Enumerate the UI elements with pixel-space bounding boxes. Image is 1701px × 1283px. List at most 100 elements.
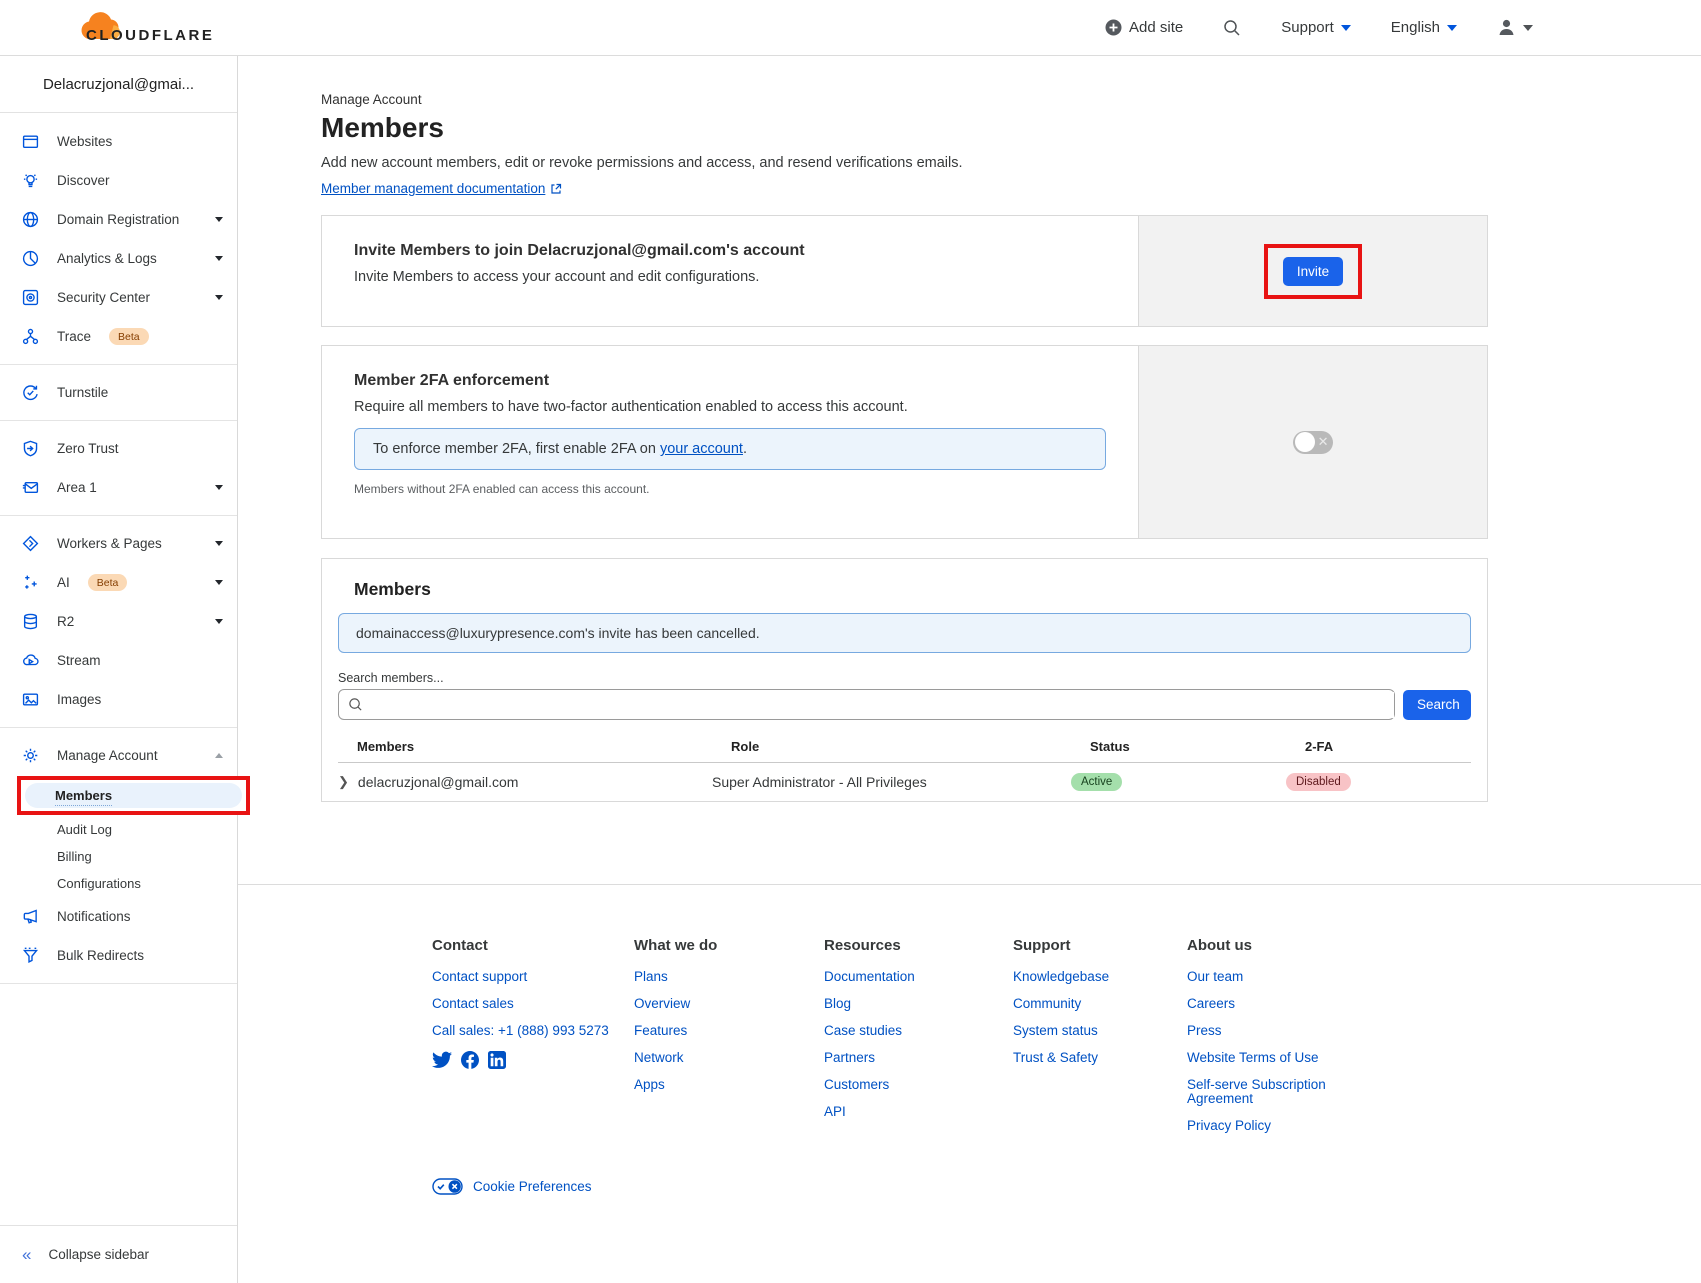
trace-network-icon [22,328,39,345]
2fa-note: Members without 2FA enabled can access t… [354,482,1106,496]
user-icon [1497,18,1516,37]
sidebar-item-stream[interactable]: Stream [0,641,237,680]
footer-link[interactable]: API [824,1105,1013,1119]
sidebar-item-domain-registration[interactable]: Domain Registration [0,200,237,239]
sidebar-item-notifications[interactable]: Notifications [0,897,237,936]
search-icon [1223,19,1241,37]
pie-chart-icon [22,250,39,267]
annotation-highlight-invite: Invite [1264,244,1362,299]
search-icon [348,697,363,712]
footer-link[interactable]: Trust & Safety [1013,1051,1187,1065]
language-menu[interactable]: English [1391,19,1457,36]
safe-icon [22,289,39,306]
gear-icon [22,747,39,764]
workers-icon [22,535,39,552]
footer-link[interactable]: Partners [824,1051,1013,1065]
2fa-toggle-off[interactable]: ✕ [1293,431,1333,454]
database-icon [22,613,39,630]
footer-link[interactable]: Community [1013,997,1187,1011]
sidebar-item-turnstile[interactable]: Turnstile [0,373,237,412]
footer-link[interactable]: Press [1187,1024,1327,1038]
footer-link[interactable]: Network [634,1051,824,1065]
footer-col-what-we-do: What we do Plans Overview Features Netwo… [634,937,824,1146]
footer-link[interactable]: Case studies [824,1024,1013,1038]
account-name[interactable]: Delacruzjonal@gmai... [0,56,237,113]
sidebar-item-discover[interactable]: Discover [0,161,237,200]
megaphone-icon [22,908,39,925]
footer-link[interactable]: Our team [1187,970,1327,984]
header-search-button[interactable] [1223,19,1241,37]
cookie-preferences-button[interactable]: Cookie Preferences [432,1178,1701,1235]
sidebar-item-area-1[interactable]: Area 1 [0,468,237,507]
2fa-info-box: To enforce member 2FA, first enable 2FA … [354,428,1106,470]
sidebar-item-analytics-logs[interactable]: Analytics & Logs [0,239,237,278]
invite-card-action-panel: Invite [1138,216,1487,326]
footer-link[interactable]: System status [1013,1024,1187,1038]
footer-link[interactable]: Call sales: +1 (888) 993 5273 [432,1024,634,1038]
sidebar-item-workers-pages[interactable]: Workers & Pages [0,524,237,563]
footer-col-support: Support Knowledgebase Community System s… [1013,937,1187,1146]
sidebar-item-bulk-redirects[interactable]: Bulk Redirects [0,936,237,975]
footer-col-resources: Resources Documentation Blog Case studie… [824,937,1013,1146]
sidebar-nav: Websites Discover Domain Registration An… [0,113,237,984]
facebook-icon[interactable] [461,1051,479,1069]
table-row[interactable]: ❯ delacruzjonal@gmail.com Super Administ… [338,763,1471,801]
footer-link[interactable]: Self-serve Subscription Agreement [1187,1078,1327,1106]
twitter-icon[interactable] [432,1051,452,1069]
sidebar-item-members-selected[interactable]: Members [25,783,242,808]
sidebar-item-billing[interactable]: Billing [0,843,237,870]
chevron-down-icon [215,619,223,624]
annotation-highlight-members: Members [17,776,250,815]
sidebar-item-audit-log[interactable]: Audit Log [0,816,237,843]
your-account-link[interactable]: your account [660,441,743,457]
search-members-input[interactable] [369,692,1394,718]
member-email: delacruzjonal@gmail.com [358,774,519,790]
member-docs-link[interactable]: Member management documentation [321,181,562,196]
sidebar-item-security-center[interactable]: Security Center [0,278,237,317]
toggle-x-icon: ✕ [1318,434,1329,450]
add-site-button[interactable]: Add site [1105,19,1183,36]
invite-members-card: Invite Members to join Delacruzjonal@gma… [321,215,1488,327]
sidebar-item-websites[interactable]: Websites [0,122,237,161]
collapse-sidebar-button[interactable]: « Collapse sidebar [0,1225,237,1283]
external-link-icon [550,183,562,195]
footer-link[interactable]: Privacy Policy [1187,1119,1327,1133]
sidebar-item-manage-account[interactable]: Manage Account [0,736,237,775]
sidebar-item-ai[interactable]: AI Beta [0,563,237,602]
double-chevron-left-icon: « [22,1245,28,1265]
linkedin-icon[interactable] [488,1051,506,1069]
footer-link[interactable]: Customers [824,1078,1013,1092]
sidebar-item-configurations[interactable]: Configurations [0,870,237,897]
sidebar-item-images[interactable]: Images [0,680,237,719]
expand-row-chevron-icon[interactable]: ❯ [338,774,349,790]
support-menu[interactable]: Support [1281,19,1351,36]
invite-card-title: Invite Members to join Delacruzjonal@gma… [354,242,1106,260]
footer-link[interactable]: Contact support [432,970,634,984]
footer-link[interactable]: Overview [634,997,824,1011]
footer-link[interactable]: Website Terms of Use [1187,1051,1327,1065]
footer-link[interactable]: Knowledgebase [1013,970,1187,984]
sidebar-item-r2[interactable]: R2 [0,602,237,641]
beta-badge: Beta [88,574,128,591]
2fa-card-description: Require all members to have two-factor a… [354,399,1106,415]
footer-link[interactable]: Apps [634,1078,824,1092]
cloudflare-logo[interactable]: CLOUDFLARE [0,11,214,45]
page-title: Members [321,112,1488,144]
page-content: Manage Account Members Add new account m… [238,92,1488,802]
footer-link[interactable]: Careers [1187,997,1327,1011]
footer-link[interactable]: Blog [824,997,1013,1011]
search-button[interactable]: Search [1403,690,1471,720]
footer-link[interactable]: Contact sales [432,997,634,1011]
add-site-plus-icon [1105,19,1122,36]
footer-link[interactable]: Documentation [824,970,1013,984]
sidebar-item-zero-trust[interactable]: Zero Trust [0,429,237,468]
sidebar-item-trace[interactable]: Trace Beta [0,317,237,356]
invite-card-description: Invite Members to access your account an… [354,269,1106,285]
invite-button[interactable]: Invite [1283,257,1343,286]
footer-link[interactable]: Features [634,1024,824,1038]
invite-cancelled-notice: domainaccess@luxurypresence.com's invite… [338,613,1471,653]
image-icon [22,691,39,708]
footer-link[interactable]: Plans [634,970,824,984]
chevron-down-icon [1341,25,1351,31]
user-account-menu[interactable] [1497,18,1533,37]
